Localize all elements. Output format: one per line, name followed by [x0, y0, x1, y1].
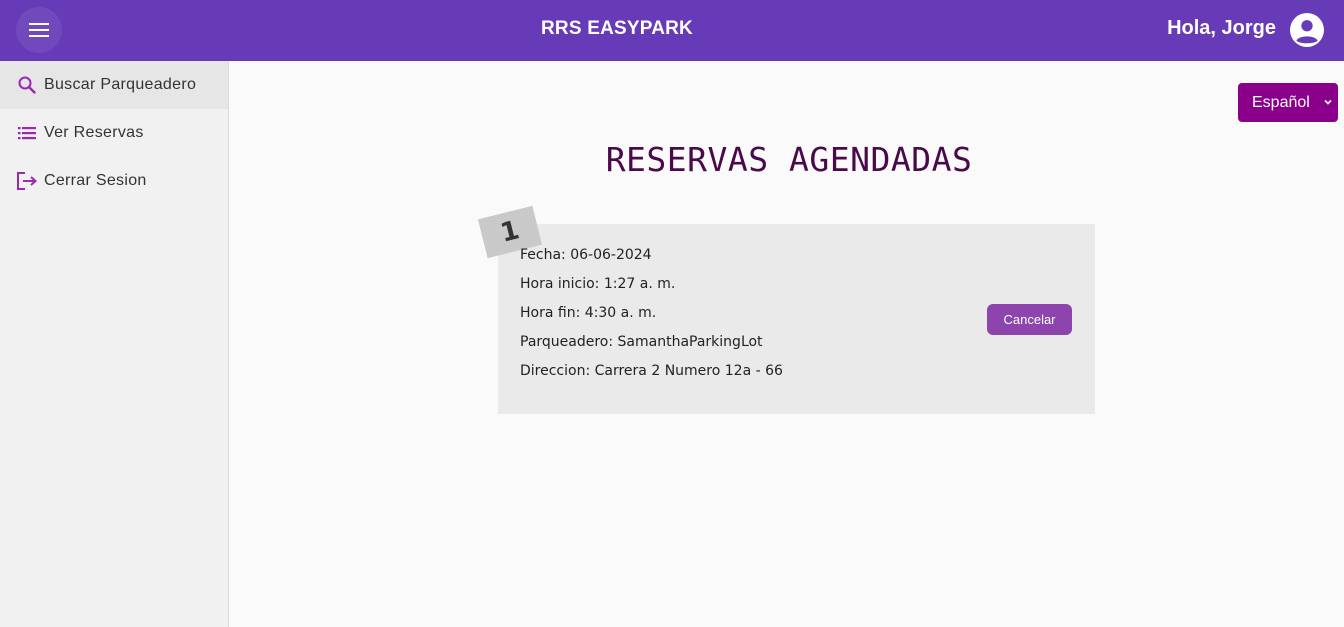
- logout-icon: [16, 170, 38, 192]
- sidebar-item-buscar-parqueadero[interactable]: Buscar Parqueadero: [0, 61, 228, 109]
- sidebar-item-ver-reservas[interactable]: Ver Reservas: [0, 109, 228, 157]
- reservation-date: Fecha: 06-06-2024: [520, 247, 652, 263]
- reservation-end-time: Hora fin: 4:30 a. m.: [520, 305, 657, 321]
- account-circle-icon[interactable]: [1290, 13, 1324, 47]
- chevron-down-icon: [1324, 99, 1332, 105]
- sidebar-item-label: Ver Reservas: [44, 124, 144, 141]
- cancel-reservation-button[interactable]: Cancelar: [987, 304, 1072, 335]
- language-selected-value: Español: [1252, 93, 1310, 111]
- app-title: RRS EASYPARK: [541, 18, 693, 39]
- sidebar-item-label: Buscar Parqueadero: [44, 76, 197, 93]
- sidebar-item-label: Cerrar Sesion: [44, 172, 147, 189]
- reservation-start-time: Hora inicio: 1:27 a. m.: [520, 276, 676, 292]
- sidebar-item-cerrar-sesion[interactable]: Cerrar Sesion: [0, 157, 228, 205]
- reservation-address: Direccion: Carrera 2 Numero 12a - 66: [520, 363, 783, 379]
- top-app-bar: RRS EASYPARK Hola, Jorge: [0, 0, 1344, 61]
- user-greeting: Hola, Jorge: [1167, 17, 1276, 39]
- language-select[interactable]: Español: [1238, 83, 1338, 122]
- page-title: RESERVAS AGENDADAS: [605, 140, 973, 179]
- search-icon: [16, 74, 38, 96]
- reservation-parking-lot: Parqueadero: SamanthaParkingLot: [520, 334, 763, 350]
- sidebar: Buscar Parqueadero Ver Reservas Cerrar S…: [0, 61, 229, 627]
- list-icon: [16, 122, 38, 144]
